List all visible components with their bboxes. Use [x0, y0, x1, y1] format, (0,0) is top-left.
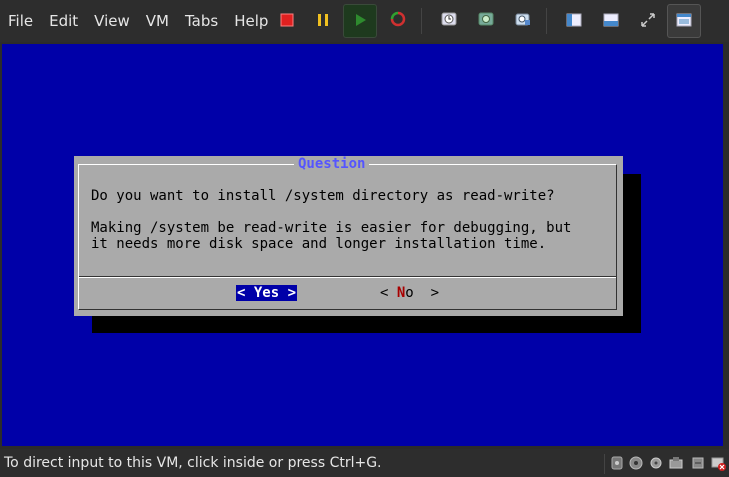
sidebar-view-button[interactable] [557, 4, 591, 38]
question-dialog: Question Do you want to install /system … [74, 156, 623, 316]
status-message: To direct input to this VM, click inside… [4, 455, 382, 471]
console-view-icon [603, 12, 619, 31]
dialog-question: Do you want to install /system directory… [91, 188, 555, 204]
power-off-button[interactable] [270, 4, 304, 38]
menu-tabs[interactable]: Tabs [177, 0, 226, 42]
menu-vm[interactable]: VM [138, 0, 177, 42]
revert-snapshot-icon [477, 10, 495, 32]
toolbar-separator [421, 8, 422, 34]
sidebar-view-icon [566, 12, 582, 31]
dialog-description-line1: Making /system be read-write is easier f… [91, 220, 572, 236]
dialog-divider-highlight [79, 277, 616, 278]
snapshot-button[interactable] [432, 4, 466, 38]
dialog-title: Question [294, 156, 370, 172]
dialog-description-line2: it needs more disk space and longer inst… [91, 236, 547, 252]
menu-view[interactable]: View [86, 0, 138, 42]
console-view-button[interactable] [594, 4, 628, 38]
console-edge [723, 44, 729, 446]
cd-rom-icon[interactable] [627, 453, 645, 473]
network-icon[interactable] [667, 453, 685, 473]
snapshot-icon [440, 10, 458, 32]
pause-icon [316, 12, 330, 31]
toolbar-separator [546, 8, 547, 34]
fullscreen-button[interactable] [631, 4, 665, 38]
no-button-right-bracket: > [413, 285, 440, 301]
fullscreen-icon [641, 12, 655, 31]
yes-button-label: Yes [253, 285, 280, 301]
status-separator [604, 454, 605, 474]
usb-icon[interactable] [689, 453, 707, 473]
printer-disconnected-icon[interactable] [709, 453, 727, 473]
menu-edit[interactable]: Edit [41, 0, 86, 42]
yes-button-right-bracket: > [279, 285, 297, 301]
menu-help[interactable]: Help [226, 0, 276, 42]
revert-snapshot-button[interactable] [469, 4, 503, 38]
floppy-icon[interactable] [647, 453, 665, 473]
hard-disk-icon[interactable] [608, 453, 626, 473]
play-icon [353, 12, 367, 31]
play-button[interactable] [343, 4, 377, 38]
yes-button[interactable]: < Yes > [236, 285, 298, 301]
no-button-left-bracket: < [380, 285, 397, 301]
no-button[interactable]: < No > [380, 285, 439, 301]
unity-icon [676, 12, 692, 31]
manage-snapshots-icon [514, 10, 532, 32]
menu-file[interactable]: File [0, 0, 41, 42]
yes-button-left-bracket: < [237, 285, 254, 301]
pause-button[interactable] [306, 4, 340, 38]
manage-snapshots-button[interactable] [506, 4, 540, 38]
power-off-icon [280, 12, 294, 31]
no-button-label-rest: o [405, 285, 414, 301]
unity-button[interactable] [667, 4, 701, 38]
restart-icon [390, 11, 406, 31]
restart-button[interactable] [381, 4, 415, 38]
